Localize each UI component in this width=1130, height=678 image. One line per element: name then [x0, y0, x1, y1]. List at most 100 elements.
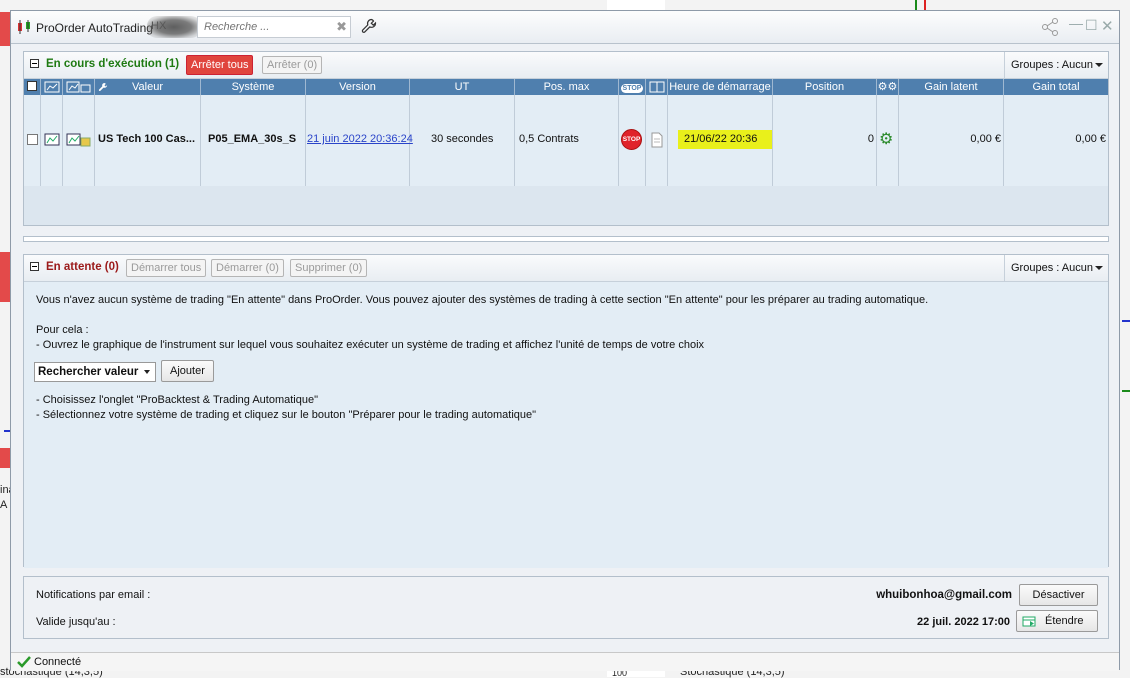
valid-until-date: 22 juil. 2022 17:00 [917, 616, 1010, 628]
groups-label: Groupes : Aucun [1011, 59, 1093, 71]
col-settings: ⚙⚙ [877, 79, 899, 95]
row-pos-max-text: 0,5 Contrats [519, 133, 579, 145]
pending-section: En attente (0) Démarrer tous Démarrer (0… [23, 254, 1109, 568]
stop-all-button[interactable]: Arrêter tous [186, 55, 254, 75]
collapse-running-button[interactable] [30, 59, 39, 68]
share-icon[interactable] [1041, 18, 1061, 36]
row-systeme-text: P05_EMA_30s_S [208, 133, 297, 145]
status-bar: Connecté [11, 652, 1119, 671]
row-gain-latent: 0,00 € [899, 95, 1004, 186]
col-gain-latent: Gain latent [899, 79, 1004, 95]
row-heure: 21/06/22 20:36 [668, 95, 773, 186]
search-instrument-dropdown[interactable]: Rechercher valeur [34, 362, 156, 382]
search-input[interactable] [202, 20, 334, 34]
running-section: En cours d'exécution (1) Arrêter tous Ar… [23, 51, 1109, 226]
chevron-down-icon [144, 370, 150, 374]
row-settings-cell[interactable]: ⚙ [877, 95, 899, 186]
background-text: A [0, 499, 8, 511]
backtest-icon[interactable] [66, 133, 92, 147]
col-report [646, 79, 668, 95]
col-valeur: Valeur [95, 79, 201, 95]
proorder-window: ProOrder AutoTrading HX ✖ — ☐ ✕ En cours… [10, 10, 1120, 671]
col-systeme: Système [201, 79, 306, 95]
dropdown-label: Rechercher valeur [38, 366, 139, 378]
email-value: whuibonhoa@gmail.com [876, 589, 1012, 601]
pending-info-text: - Ouvrez le graphique de l'instrument su… [36, 339, 705, 351]
row-pos-max: 0,5 Contrats [515, 95, 619, 186]
valid-until-label: Valide jusqu'au : [36, 616, 116, 628]
pending-title: En attente (0) [46, 261, 119, 273]
pending-info-text: Pour cela : [36, 324, 89, 336]
pending-info-text: Vous n'avez aucun système de trading "En… [36, 294, 929, 306]
row-systeme: P05_EMA_30s_S [201, 95, 306, 186]
row-gain-latent-text: 0,00 € [970, 133, 1001, 145]
deactivate-button[interactable]: Désactiver [1019, 584, 1098, 606]
row-stop-cell[interactable]: STOP [619, 95, 646, 186]
add-button[interactable]: Ajouter [161, 360, 214, 382]
row-position-text: 0 [867, 133, 874, 145]
chevron-down-icon [1095, 63, 1103, 67]
email-label: Notifications par email : [36, 589, 151, 601]
notifications-panel: Notifications par email : whuibonhoa@gma… [23, 576, 1109, 639]
collapse-pending-button[interactable] [30, 262, 39, 271]
row-valeur: US Tech 100 Cas... [95, 95, 201, 186]
table-row[interactable]: US Tech 100 Cas... P05_EMA_30s_S 21 juin… [24, 95, 1108, 186]
wrench-icon[interactable] [361, 18, 377, 34]
start-all-button[interactable]: Démarrer tous [126, 259, 207, 277]
close-icon[interactable]: ✕ [1101, 17, 1114, 35]
background-candle [0, 252, 10, 302]
pending-header: En attente (0) Démarrer tous Démarrer (0… [24, 255, 1108, 282]
pending-groups-dropdown[interactable]: Groupes : Aucun [1004, 255, 1108, 281]
row-report-cell[interactable] [646, 95, 668, 186]
stop-button[interactable]: Arrêter (0) [262, 56, 323, 74]
col-heure: Heure de démarrage [668, 79, 773, 95]
search-box[interactable]: ✖ [197, 16, 351, 38]
chart-col-header [41, 79, 63, 95]
pending-body: Vous n'avez aucun système de trading "En… [24, 282, 1108, 568]
row-checkbox[interactable] [27, 134, 38, 145]
delete-button[interactable]: Supprimer (0) [290, 259, 368, 277]
row-position: 0 [773, 95, 877, 186]
row-system-cell[interactable] [63, 95, 95, 186]
row-checkbox-cell[interactable] [24, 95, 41, 186]
start-button[interactable]: Démarrer (0) [211, 259, 284, 277]
section-splitter[interactable] [23, 236, 1109, 242]
row-version[interactable]: 21 juin 2022 20:36:24 [306, 95, 413, 186]
select-all-cell[interactable] [24, 79, 41, 95]
running-groups-dropdown[interactable]: Groupes : Aucun [1004, 52, 1108, 78]
clear-search-icon[interactable]: ✖ [336, 19, 347, 35]
gears-icon[interactable]: ⚙ [879, 129, 893, 149]
row-version-link[interactable]: 21 juin 2022 20:36:24 [307, 133, 413, 145]
running-title: En cours d'exécution (1) [46, 58, 180, 70]
col-position: Position [773, 79, 877, 95]
select-all-checkbox[interactable] [27, 81, 37, 91]
chart-icon[interactable] [44, 133, 60, 147]
wrench-icon [98, 82, 108, 91]
chevron-down-icon [1095, 266, 1103, 270]
window-title: ProOrder AutoTrading [36, 21, 153, 35]
background-candle [0, 448, 10, 468]
report-icon [649, 81, 664, 93]
running-table-header: Valeur Système Version UT Pos. max STOP … [24, 79, 1108, 95]
row-heure-text: 21/06/22 20:36 [684, 133, 758, 145]
candlestick-icon [18, 20, 30, 34]
row-chart-cell[interactable] [41, 95, 63, 186]
extend-button[interactable]: Étendre [1016, 610, 1098, 632]
stop-system-button[interactable]: STOP [621, 129, 642, 150]
background-candle [0, 12, 10, 46]
title-bar: ProOrder AutoTrading HX ✖ — ☐ ✕ [11, 11, 1119, 44]
row-gain-total: 0,00 € [1004, 95, 1108, 186]
groups-label: Groupes : Aucun [1011, 262, 1093, 274]
row-gain-total-text: 0,00 € [1075, 133, 1106, 145]
redacted-account [147, 16, 201, 38]
pending-info-text: - Choisissez l'onglet "ProBacktest & Tra… [36, 394, 318, 406]
maximize-icon[interactable]: ☐ [1085, 17, 1098, 34]
col-pos-max: Pos. max [515, 79, 619, 95]
pending-info-text: - Sélectionnez votre système de trading … [36, 409, 537, 421]
stop-badge-icon: STOP [620, 84, 644, 93]
row-valeur-text: US Tech 100 Cas... [98, 133, 196, 145]
connection-status: Connecté [34, 656, 82, 668]
minimize-icon[interactable]: — [1069, 15, 1083, 31]
document-icon[interactable] [650, 132, 664, 148]
chart-icon [44, 81, 59, 93]
